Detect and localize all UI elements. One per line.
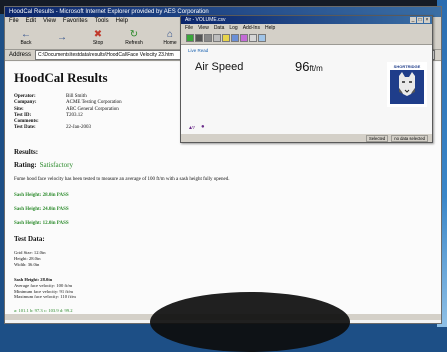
reading-label: Air Speed xyxy=(195,61,244,73)
menu-file[interactable]: File xyxy=(9,17,19,26)
chart-small-icon[interactable]: ▴▿ xyxy=(189,124,195,131)
stop-button[interactable]: ✖ Stop xyxy=(83,28,113,48)
live-read-label: Live Read xyxy=(188,48,209,53)
settings-icon[interactable] xyxy=(240,34,248,42)
refresh-button[interactable]: ↻ Refresh xyxy=(119,28,149,48)
play-icon[interactable] xyxy=(186,34,194,42)
monitor-footer-icons: ▴▿ ● xyxy=(189,124,205,131)
save-icon[interactable] xyxy=(213,34,221,42)
rating: Rating: Satisfactory xyxy=(14,161,73,169)
minimize-icon[interactable]: _ xyxy=(410,17,416,23)
menu-tools[interactable]: Tools xyxy=(95,17,109,26)
stop-icon[interactable] xyxy=(195,34,203,42)
menu-favorites[interactable]: Favorites xyxy=(63,17,88,26)
chart-icon[interactable] xyxy=(231,34,239,42)
test-data-heading: Test Data: xyxy=(14,235,45,243)
reading-number: 96 xyxy=(295,59,310,74)
pass-line: Sash Height: 24.0in PASS xyxy=(14,207,69,212)
forward-arrow-icon: → xyxy=(57,32,67,43)
results-summary: Fume hood face velocity has been tested … xyxy=(14,177,230,182)
record-icon[interactable] xyxy=(204,34,212,42)
sash-info: Sash Height: 28.0in Average face velocit… xyxy=(14,277,76,300)
test-info: Operator: Bill Smith Company: ACME Testing… xyxy=(14,94,122,131)
monitor-statusbar: Selected no data selected xyxy=(181,134,432,142)
foreground-shadow xyxy=(150,292,350,352)
reading-value: 96ft/m xyxy=(295,58,323,76)
close-icon[interactable]: × xyxy=(424,17,430,23)
monitor-menu-view[interactable]: View xyxy=(198,24,209,32)
back-arrow-icon: ← xyxy=(21,29,31,40)
help-icon[interactable] xyxy=(258,34,266,42)
pass-line: Sash Height: 28.0in PASS xyxy=(14,193,69,198)
forward-button[interactable]: → xyxy=(47,28,77,48)
status-detail: no data selected xyxy=(391,134,428,142)
test-date-value: 22-Jan-2003 xyxy=(66,125,91,131)
status-selected: Selected xyxy=(365,134,389,142)
back-button[interactable]: ← Back xyxy=(11,28,41,48)
shortridge-logo: SHORTRIDGE xyxy=(387,62,427,107)
rating-label: Rating: xyxy=(14,161,37,169)
monitor-titlebar: Air - VOLUME.csv _ □ × xyxy=(181,16,432,24)
pass-line: Sash Height: 12.0in PASS xyxy=(14,221,69,226)
monitor-menu-file[interactable]: File xyxy=(185,24,193,32)
monitor-menubar: File View Data Log Add-Ins Help xyxy=(181,24,432,32)
info-icon[interactable]: ● xyxy=(201,124,205,131)
menu-view[interactable]: View xyxy=(43,17,56,26)
monitor-menu-data[interactable]: Data xyxy=(214,24,225,32)
print-icon[interactable] xyxy=(249,34,257,42)
address-label: Address xyxy=(9,52,32,58)
reading-panel: Live Read Air Speed 96ft/m SHORTRIDGE ▴▿… xyxy=(181,45,432,134)
monitor-toolbar xyxy=(181,32,432,45)
stop-icon: ✖ xyxy=(93,29,103,40)
menu-edit[interactable]: Edit xyxy=(26,17,36,26)
rating-value: Satisfactory xyxy=(39,161,73,169)
menu-help[interactable]: Help xyxy=(116,17,128,26)
monitor-menu-log[interactable]: Log xyxy=(229,24,237,32)
air-speed-window: Air - VOLUME.csv _ □ × File View Data Lo… xyxy=(180,15,433,143)
grid-info: Grid Size: 12.0in Height: 28.0in Width: … xyxy=(14,250,46,267)
page-title: HoodCal Results xyxy=(14,70,108,85)
maximize-icon[interactable]: □ xyxy=(417,17,423,23)
test-id-value: T203.12 xyxy=(66,112,83,118)
logo-text: SHORTRIDGE xyxy=(394,64,421,69)
refresh-icon: ↻ xyxy=(129,29,139,40)
home-icon: ⌂ xyxy=(166,29,174,40)
monitor-menu-addins[interactable]: Add-Ins xyxy=(243,24,260,32)
monitor-title: Air - VOLUME.csv xyxy=(185,17,226,23)
results-heading: Results: xyxy=(14,148,39,156)
monitor-menu-help[interactable]: Help xyxy=(265,24,275,32)
folder-icon[interactable] xyxy=(222,34,230,42)
reading-unit: ft/m xyxy=(309,64,323,73)
